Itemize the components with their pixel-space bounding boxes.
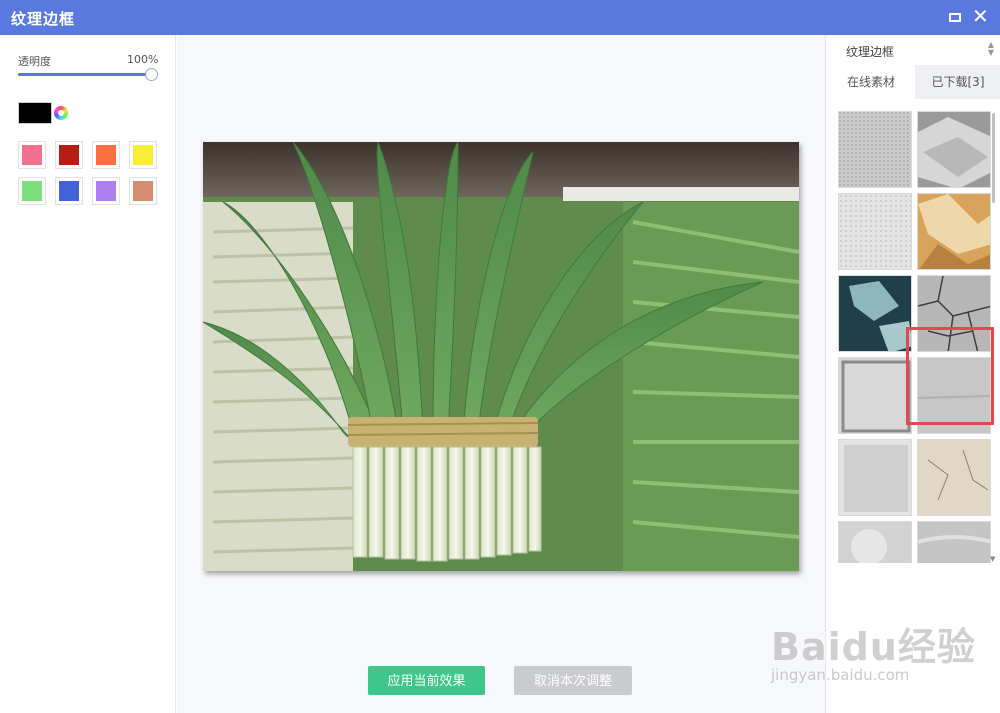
color-swatch-fill [22, 145, 42, 165]
texture-category-select[interactable]: 纹理边框 ▲ ▼ [834, 37, 996, 63]
opacity-value: 100% [127, 53, 159, 66]
tab-downloaded[interactable]: 已下载[3] [915, 65, 1000, 99]
maximize-button[interactable] [944, 6, 966, 28]
opacity-label: 透明度 [18, 55, 51, 68]
maximize-icon [949, 13, 961, 22]
tab-online-materials[interactable]: 在线素材 [827, 65, 915, 99]
texture-thumb[interactable] [917, 357, 991, 434]
color-swatch[interactable] [55, 177, 83, 205]
color-swatch[interactable] [92, 177, 120, 205]
opacity-slider-thumb[interactable] [145, 68, 158, 81]
preview-image [203, 142, 799, 571]
texture-tabs: 在线素材 已下载[3] [827, 65, 1000, 99]
color-swatch-fill [133, 145, 153, 165]
texture-grid [826, 101, 1000, 563]
close-button[interactable]: ✕ [969, 4, 991, 28]
texture-scrollbar[interactable]: ▼ [990, 113, 997, 563]
texture-thumb[interactable] [838, 357, 912, 434]
opacity-slider-fill [18, 73, 152, 76]
updown-arrow-icon: ▲ ▼ [987, 40, 995, 57]
color-picker-icon[interactable] [54, 106, 68, 120]
color-swatch-fill [22, 181, 42, 201]
color-swatch-fill [133, 181, 153, 201]
texture-thumb[interactable] [838, 439, 912, 516]
color-swatch-fill [96, 181, 116, 201]
close-icon: ✕ [972, 4, 989, 28]
texture-thumb[interactable] [838, 275, 912, 352]
texture-thumb[interactable] [917, 193, 991, 270]
texture-thumb[interactable] [917, 439, 991, 516]
scroll-down-icon[interactable]: ▼ [990, 555, 995, 563]
color-swatch[interactable] [129, 141, 157, 169]
color-swatch-fill [96, 145, 116, 165]
color-swatch[interactable] [92, 141, 120, 169]
cancel-button[interactable]: 取消本次调整 [514, 666, 632, 695]
color-swatch[interactable] [55, 141, 83, 169]
color-swatch-fill [59, 181, 79, 201]
opacity-slider-track[interactable] [18, 73, 152, 76]
texture-thumb[interactable] [838, 521, 912, 563]
color-swatch[interactable] [18, 141, 46, 169]
color-swatch[interactable] [129, 177, 157, 205]
chives-photo [203, 142, 799, 571]
title-bar: 纹理边框 ✕ [0, 0, 1000, 35]
right-panel: 纹理边框 ▲ ▼ 在线素材 已下载[3] ▼ [825, 35, 1000, 713]
texture-thumb-selected[interactable] [917, 275, 991, 352]
texture-thumb[interactable] [838, 193, 912, 270]
texture-thumb[interactable] [838, 111, 912, 188]
apply-button[interactable]: 应用当前效果 [368, 666, 485, 695]
color-swatch[interactable] [18, 177, 46, 205]
left-panel: 透明度 100% [0, 35, 176, 713]
texture-category-value: 纹理边框 [846, 45, 895, 59]
color-swatch-fill [59, 145, 79, 165]
current-color-box[interactable] [18, 102, 52, 124]
preview-area: 应用当前效果 取消本次调整 [177, 35, 825, 713]
window-title: 纹理边框 [11, 10, 76, 28]
texture-thumb[interactable] [917, 111, 991, 188]
texture-thumb[interactable] [917, 521, 991, 563]
scrollbar-thumb[interactable] [992, 113, 995, 203]
